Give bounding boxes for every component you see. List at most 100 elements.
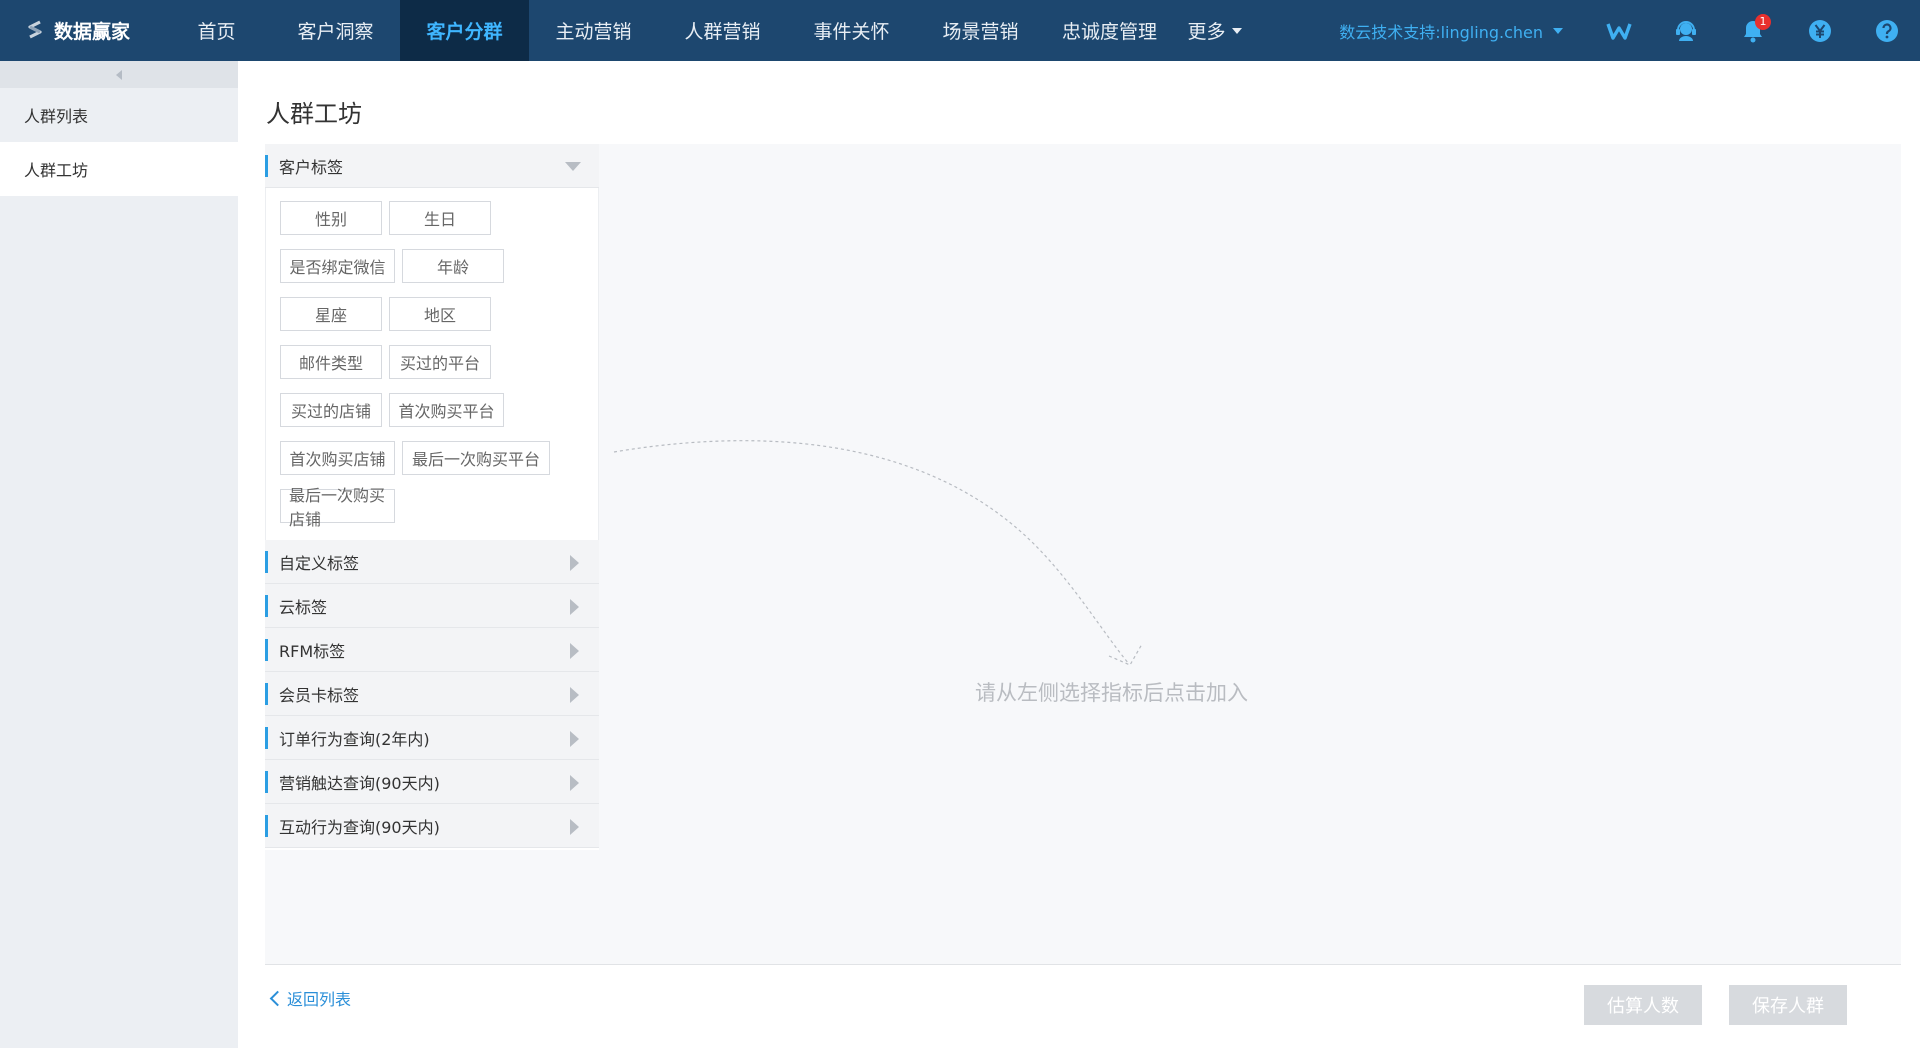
help-icon <box>1875 19 1898 42</box>
triangle-right-icon <box>570 555 579 571</box>
nav-more-label: 更多 <box>1187 21 1226 43</box>
section-6[interactable]: 互动行为查询(90天内) <box>265 804 599 848</box>
customer-service-button[interactable] <box>1652 0 1719 61</box>
nav-item-2[interactable]: 客户分群 <box>400 0 529 61</box>
drop-hint-text: 请从左侧选择指标后点击加入 <box>975 681 1248 705</box>
nav-item-label: 人群营销 <box>684 21 761 43</box>
tag-chip[interactable]: 生日 <box>389 201 491 235</box>
w-logo-icon <box>1605 22 1632 40</box>
triangle-right-icon <box>570 819 579 835</box>
save-audience-label: 保存人群 <box>1752 996 1824 1017</box>
back-to-list-link[interactable]: 返回列表 <box>268 986 351 1010</box>
w-logo-button[interactable] <box>1585 0 1652 61</box>
triangle-right-icon <box>570 643 579 659</box>
section-title: 云标签 <box>279 597 328 617</box>
billing-button[interactable] <box>1786 0 1853 61</box>
sidebar: 人群列表 人群工坊 <box>0 61 238 1048</box>
nav-item-label: 客户分群 <box>426 21 503 43</box>
help-button[interactable] <box>1853 0 1920 61</box>
nav-item-label: 忠诚度管理 <box>1061 21 1157 43</box>
nav-item-label: 事件关怀 <box>813 21 890 43</box>
section-3[interactable]: 会员卡标签 <box>265 672 599 716</box>
indicator-panel: 客户标签 性别 生日 是否绑定微信 年龄 星座 地区 邮件类型 买过的平台 买过的店铺 首次购买平… <box>265 144 599 850</box>
triangle-right-icon <box>570 775 579 791</box>
tag-row: 邮件类型 买过的平台 <box>280 345 598 379</box>
estimate-count-label: 估算人数 <box>1607 996 1679 1017</box>
tag-chip[interactable]: 年龄 <box>402 249 504 283</box>
logo-s-icon <box>28 20 42 38</box>
nav-item-3[interactable]: 主动营销 <box>529 0 658 61</box>
triangle-right-icon <box>570 687 579 703</box>
estimate-count-button[interactable]: 估算人数 <box>1584 985 1702 1025</box>
section-5[interactable]: 营销触达查询(90天内) <box>265 760 599 804</box>
tag-chip[interactable]: 地区 <box>389 297 491 331</box>
top-right-tools: 数云技术支持:lingling.chen 1 <box>1339 0 1920 61</box>
section-0[interactable]: 自定义标签 <box>265 540 599 584</box>
tag-row: 买过的店铺 首次购买平台 <box>280 393 598 427</box>
save-audience-button[interactable]: 保存人群 <box>1729 985 1847 1025</box>
section-title: 自定义标签 <box>279 553 360 573</box>
main-nav: 首页 客户洞察 客户分群 主动营销 人群营销 事件关怀 场景营销 忠诚度管理 <box>162 0 1174 61</box>
nav-item-6[interactable]: 场景营销 <box>916 0 1045 61</box>
tag-chip[interactable]: 首次购买店铺 <box>280 441 395 475</box>
nav-item-label: 首页 <box>197 21 236 43</box>
app-logo[interactable]: 数据赢家 <box>0 0 162 61</box>
triangle-down-icon <box>565 162 581 171</box>
back-to-list-label: 返回列表 <box>287 990 352 1009</box>
tag-chip[interactable]: 最后一次购买平台 <box>402 441 550 475</box>
section-4[interactable]: 订单行为查询(2年内) <box>265 716 599 760</box>
section-title: 会员卡标签 <box>279 685 360 705</box>
tag-chip[interactable]: 买过的店铺 <box>280 393 382 427</box>
tag-row: 性别 生日 <box>280 201 598 235</box>
tag-chip[interactable]: 邮件类型 <box>280 345 382 379</box>
nav-item-label: 场景营销 <box>942 21 1019 43</box>
tag-row: 首次购买店铺 最后一次购买平台 <box>280 441 598 475</box>
caret-down-icon <box>1231 27 1242 34</box>
triangle-right-icon <box>570 599 579 615</box>
tag-row: 最后一次购买店铺 <box>280 486 598 529</box>
tag-chip[interactable]: 最后一次购买店铺 <box>280 486 395 529</box>
footer-divider <box>265 964 1901 965</box>
drop-area <box>599 144 1901 964</box>
tag-chip[interactable]: 是否绑定微信 <box>280 249 395 283</box>
caret-left-icon <box>116 69 122 80</box>
panel-bottom-area <box>265 850 599 964</box>
section-2[interactable]: RFM标签 <box>265 628 599 672</box>
nav-item-1[interactable]: 客户洞察 <box>271 0 400 61</box>
caret-down-icon <box>1553 27 1563 34</box>
tag-chip[interactable]: 首次购买平台 <box>389 393 504 427</box>
section-customer-tags[interactable]: 客户标签 <box>265 144 599 188</box>
curved-arrow-icon <box>613 440 1143 666</box>
page-title: 人群工坊 <box>266 100 362 128</box>
sidebar-item-0[interactable]: 人群列表 <box>0 88 238 142</box>
triangle-right-icon <box>570 731 579 747</box>
tag-row: 是否绑定微信 年龄 <box>280 249 598 283</box>
nav-more-menu[interactable]: 更多 <box>1174 0 1255 61</box>
notifications-button[interactable]: 1 <box>1719 0 1786 61</box>
customer-tags-list: 性别 生日 是否绑定微信 年龄 星座 地区 邮件类型 买过的平台 买过的店铺 首次购买平台 首次购买… <box>265 188 599 540</box>
tag-chip[interactable]: 买过的平台 <box>389 345 491 379</box>
nav-item-label: 主动营销 <box>555 21 632 43</box>
sidebar-item-label: 人群列表 <box>24 107 89 126</box>
tag-row: 星座 地区 <box>280 297 598 331</box>
tag-chip[interactable]: 性别 <box>280 201 382 235</box>
nav-item-7[interactable]: 忠诚度管理 <box>1045 0 1174 61</box>
section-title: 客户标签 <box>279 157 344 177</box>
nav-item-0[interactable]: 首页 <box>162 0 271 61</box>
sidebar-item-1[interactable]: 人群工坊 <box>0 142 238 196</box>
section-title: 营销触达查询(90天内) <box>279 773 440 793</box>
nav-item-5[interactable]: 事件关怀 <box>787 0 916 61</box>
section-title: 订单行为查询(2年内) <box>279 729 430 749</box>
app-logo-text: 数据赢家 <box>54 21 131 43</box>
nav-item-4[interactable]: 人群营销 <box>658 0 787 61</box>
sidebar-item-label: 人群工坊 <box>24 161 89 180</box>
notification-badge: 1 <box>1755 14 1771 30</box>
yen-icon <box>1808 19 1831 42</box>
support-user-dropdown[interactable]: 数云技术支持:lingling.chen <box>1339 19 1563 43</box>
nav-item-label: 客户洞察 <box>297 21 374 43</box>
tag-chip[interactable]: 星座 <box>280 297 382 331</box>
chevron-left-icon <box>269 990 286 1006</box>
sidebar-collapse-toggle[interactable] <box>0 61 238 88</box>
top-navigation-bar: 数据赢家 首页 客户洞察 客户分群 主动营销 人群营销 事件关怀 场景营销 忠诚度管理 更多 … <box>0 0 1920 61</box>
section-1[interactable]: 云标签 <box>265 584 599 628</box>
